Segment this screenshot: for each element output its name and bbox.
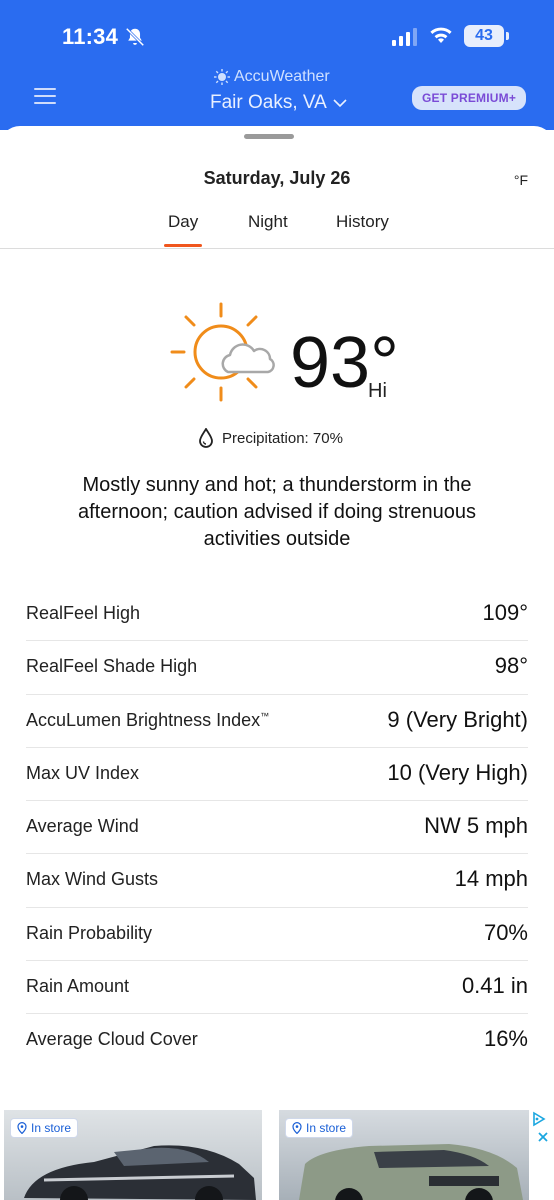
detail-value: 16% [483,1026,528,1052]
ad-card[interactable]: In store [279,1110,529,1200]
car-image [24,1145,256,1200]
accuweather-sun-icon [214,69,230,85]
detail-value: 14 mph [454,866,528,892]
ad-card[interactable]: In store [4,1110,262,1200]
brand-logo: AccuWeather [214,68,330,86]
wifi-icon [430,27,452,43]
trademark-mark: ™ [260,710,270,721]
sheet-grabber-handle[interactable] [244,134,294,139]
detail-row: RealFeel High 109° [26,588,528,642]
detail-label: RealFeel High [26,603,141,623]
detail-label: Average Wind [26,816,139,837]
precipitation-text: Precipitation: 70% [222,429,343,447]
ad-banner: In store In store [0,1110,554,1200]
detail-row: Rain Probability 70% [26,908,528,962]
detail-value: 10 (Very High) [387,759,528,785]
detail-row: Max Wind Gusts 14 mph [26,854,528,908]
detail-row: Average Wind NW 5 mph [26,801,528,855]
detail-label: Max Wind Gusts [26,869,159,890]
forecast-description: Mostly sunny and hot; a thunderstorm in … [77,474,477,550]
chevron-down-icon [333,99,347,108]
detail-value: 0.41 in [461,973,528,999]
detail-label-group: AccuLumen Brightness Index™ [26,710,269,731]
in-store-text: In store [306,1121,347,1135]
details-list: RealFeel High 109° RealFeel Shade High 9… [26,588,528,1068]
status-time: 11:34 [62,24,119,49]
detail-label: RealFeel Shade High [26,656,198,677]
close-icon[interactable] [536,1130,550,1144]
detail-row: Max UV Index 10 (Very High) [26,748,528,802]
detail-label: AccuLumen Brightness Index [26,709,261,730]
detail-value: 9 (Very Bright) [387,706,528,732]
in-store-text: In store [31,1121,72,1135]
location-name: Fair Oaks, VA [210,92,327,113]
in-store-badge: In store [10,1118,79,1138]
detail-row: Rain Amount 0.41 in [26,961,528,1015]
detail-label: Rain Probability [26,922,153,943]
temperature-label: Hi [368,380,387,402]
tab-night[interactable]: Night [248,212,288,232]
detail-label: Rain Amount [26,976,130,997]
unit-toggle[interactable]: °F [514,172,528,188]
menu-icon[interactable] [34,88,56,104]
detail-value: 109° [482,600,528,625]
tab-active-indicator [164,244,202,247]
raindrop-icon [199,428,213,448]
silent-bell-icon [125,27,145,47]
get-premium-button[interactable]: GET PREMIUM+ [412,86,526,110]
battery-indicator: 43 [464,25,509,47]
status-bar: 11:34 43 [0,0,554,62]
detail-label: Max UV Index [26,762,140,783]
precipitation-summary: Precipitation: 70% [198,428,343,448]
page-title: Saturday, July 26 [203,168,351,188]
location-pin-icon [17,1122,27,1134]
detail-value: NW 5 mph [424,813,528,839]
in-store-badge: In store [285,1118,354,1138]
detail-row: RealFeel Shade High 98° [26,641,528,695]
adchoices-icon[interactable] [530,1110,548,1128]
tab-day[interactable]: Day [168,212,198,232]
partly-sunny-icon [170,302,275,402]
detail-value: 70% [483,919,528,945]
app-header: 11:34 43 AccuWeather Fair Oaks, VA GET P… [0,0,554,130]
divider [0,248,554,249]
location-pin-icon [292,1122,302,1134]
detail-row: Average Cloud Cover 16% [26,1014,528,1067]
detail-value: 98° [494,653,528,679]
tab-bar: Day Night History [0,212,554,248]
detail-row: AccuLumen Brightness Index™ 9 (Very Brig… [26,695,528,748]
tab-history[interactable]: History [336,212,389,232]
location-selector[interactable]: Fair Oaks, VA [210,92,347,114]
detail-label: Average Cloud Cover [26,1029,198,1050]
cellular-signal-icon [392,28,417,46]
daily-detail-sheet: Saturday, July 26 °F Day Night History 9… [0,126,554,1200]
brand-name: AccuWeather [234,68,330,85]
